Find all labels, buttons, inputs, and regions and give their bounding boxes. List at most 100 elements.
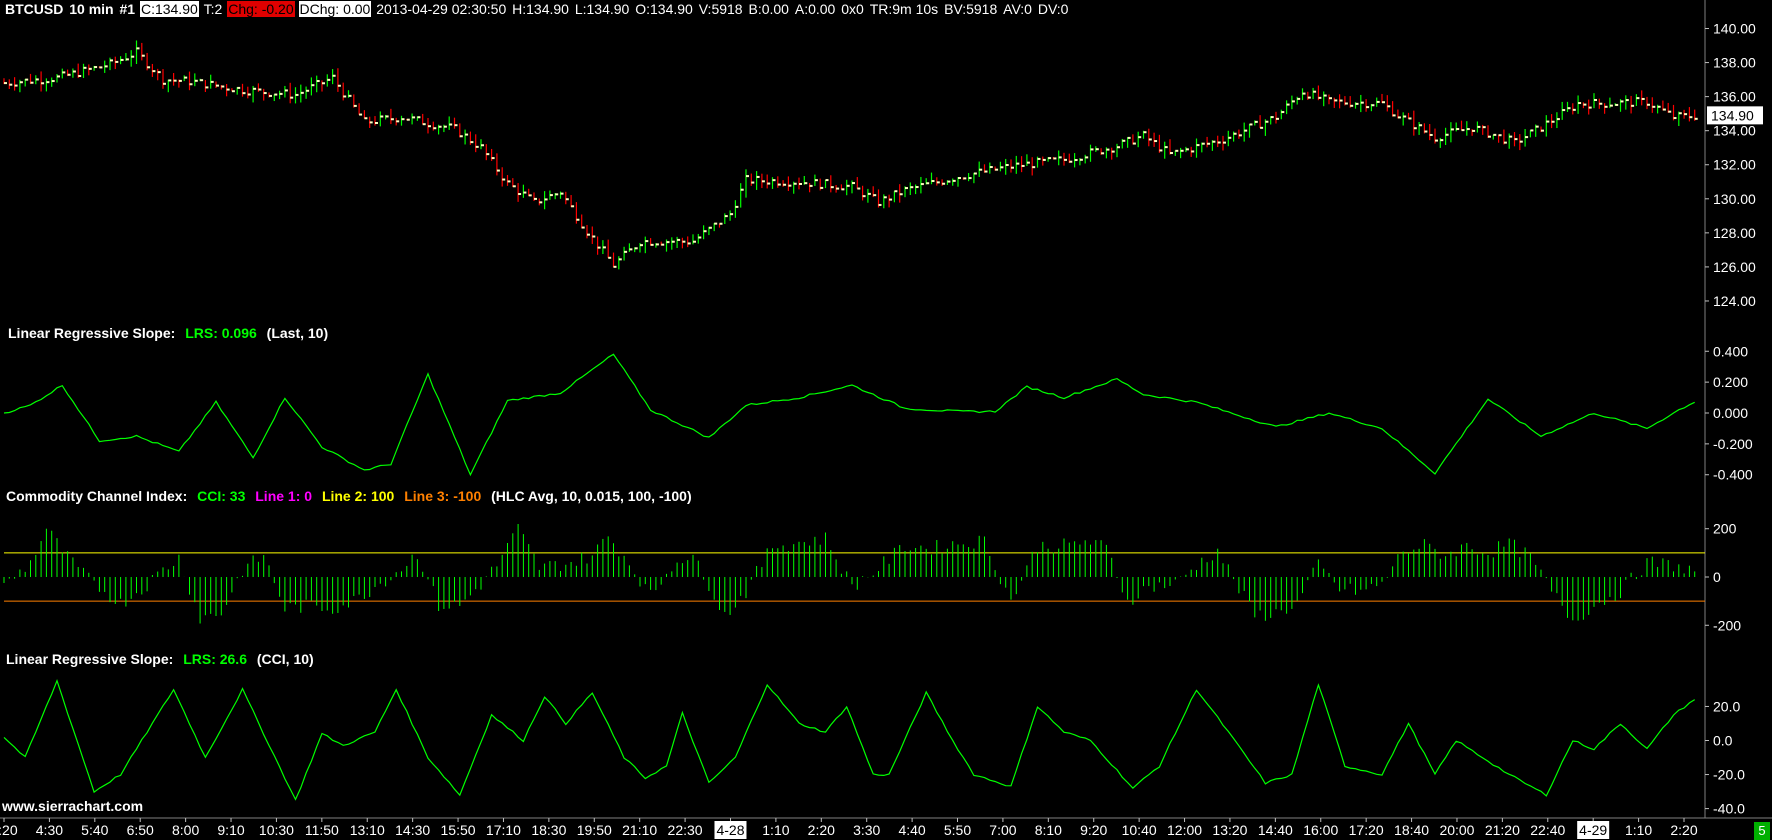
time-tick-label: 3:30 xyxy=(853,822,880,838)
time-tick-label: 12:00 xyxy=(1167,822,1202,838)
timer-value: TR:9m 10s xyxy=(869,1,939,17)
lrs-cci-series-line xyxy=(3,678,1696,801)
time-tick-label: 10:30 xyxy=(259,822,294,838)
cci-title: Commodity Channel Index: CCI: 33 Line 1:… xyxy=(6,488,698,504)
chart-canvas[interactable]: 140.00 138.00 136.00 134.00 132.00 130.00 128.… xyxy=(0,0,1772,840)
status-badge: 5 xyxy=(1754,822,1770,840)
chart-header: BTCUSD 10 min #1 C:134.90 T:2 Chg: -0.20… xyxy=(4,0,1069,19)
time-tick-label: 17:10 xyxy=(486,822,521,838)
lrs-last-tick-label: -0.400 xyxy=(1713,467,1753,483)
date-marker-label: 4-29 xyxy=(1579,822,1607,838)
time-tick-label: 22:30 xyxy=(668,822,703,838)
size-value: 0x0 xyxy=(841,1,864,17)
lrs-last-tick-label: 0.000 xyxy=(1713,405,1748,421)
time-tick-label: 4:30 xyxy=(36,822,63,838)
lrs-cci-value: LRS: 26.6 xyxy=(183,651,247,667)
time-tick-label: 5:40 xyxy=(81,822,108,838)
time-tick-label: 21:10 xyxy=(622,822,657,838)
time-tick-label: 2:20 xyxy=(1670,822,1697,838)
lrs-last-series-line xyxy=(3,353,1695,477)
time-tick-label: 8:10 xyxy=(1035,822,1062,838)
cci-line1-label: Line 1: 0 xyxy=(255,488,313,504)
watermark: www.sierrachart.com xyxy=(2,798,144,814)
cci-value: CCI: 33 xyxy=(197,488,246,504)
time-tick-label: 4:40 xyxy=(898,822,925,838)
lrs-cci-tick-label: 0.0 xyxy=(1713,733,1733,749)
lrs-cci-tick-label: 20.0 xyxy=(1713,698,1740,714)
price-tick-label: 126.00 xyxy=(1713,259,1756,275)
high-value: H:134.90 xyxy=(512,1,569,17)
lrs-last-title: Linear Regressive Slope: LRS: 0.096 (Las… xyxy=(8,325,334,341)
datetime-value: 2013-04-29 02:30:50 xyxy=(376,1,507,17)
cci-tick-label: 0 xyxy=(1713,569,1721,585)
daily-change-value: DChg: 0.00 xyxy=(298,1,372,17)
bid-value: B:0.00 xyxy=(748,1,789,17)
price-tick-label: 128.00 xyxy=(1713,225,1756,241)
bid-volume-value: BV:5918 xyxy=(944,1,998,17)
time-tick-label: 16:00 xyxy=(1303,822,1338,838)
lrs-last-value: LRS: 0.096 xyxy=(185,325,257,341)
price-tick-label: 136.00 xyxy=(1713,89,1756,105)
time-tick-label: 18:40 xyxy=(1394,822,1429,838)
price-tick-label: 124.00 xyxy=(1713,293,1756,309)
cci-tick-label: 200 xyxy=(1713,521,1737,537)
time-tick-label: 5:50 xyxy=(944,822,971,838)
cci-params: (HLC Avg, 10, 0.015, 100, -100) xyxy=(491,488,692,504)
time-tick-label: 1:10 xyxy=(762,822,789,838)
time-tick-label: 18:30 xyxy=(531,822,566,838)
time-tick-label: 9:20 xyxy=(1080,822,1107,838)
lrs-cci-title-text: Linear Regressive Slope: xyxy=(6,651,174,667)
time-tick-label: 20:00 xyxy=(1439,822,1474,838)
lrs-last-tick-label: 0.400 xyxy=(1713,343,1748,359)
time-tick-label: 14:30 xyxy=(395,822,430,838)
open-value: O:134.90 xyxy=(635,1,693,17)
lrs-cci-tick-label: -20.0 xyxy=(1713,767,1745,783)
change-value: Chg: -0.20 xyxy=(227,1,295,17)
time-tick-label: 17:20 xyxy=(1349,822,1384,838)
time-tick-label: 1:10 xyxy=(1625,822,1652,838)
last-price-label: 134.90 xyxy=(1711,107,1754,123)
time-tick-label: 8:00 xyxy=(172,822,199,838)
time-tick-label: 6:50 xyxy=(127,822,154,838)
time-tick-label: 14:40 xyxy=(1258,822,1293,838)
volume-value: V:5918 xyxy=(698,1,743,17)
lrs-last-tick-label: -0.200 xyxy=(1713,436,1753,452)
time-tick-label: 13:10 xyxy=(350,822,385,838)
time-tick-label: 13:20 xyxy=(1212,822,1247,838)
chart-number: #1 xyxy=(119,1,136,17)
trades-value: T:2 xyxy=(203,1,223,17)
time-tick-label: 7:00 xyxy=(989,822,1016,838)
cci-title-text: Commodity Channel Index: xyxy=(6,488,188,504)
price-tick-label: 130.00 xyxy=(1713,191,1756,207)
symbol: BTCUSD xyxy=(5,1,64,17)
cci-line3-label: Line 3: -100 xyxy=(404,488,482,504)
time-tick-label: 3:20 xyxy=(0,822,18,838)
price-tick-label: 140.00 xyxy=(1713,21,1756,37)
lrs-last-tick-label: 0.200 xyxy=(1713,374,1748,390)
time-tick-label: 19:50 xyxy=(577,822,612,838)
low-value: L:134.90 xyxy=(574,1,630,17)
cci-tick-label: -200 xyxy=(1713,617,1741,633)
price-tick-label: 132.00 xyxy=(1713,157,1756,173)
time-tick-label: 21:20 xyxy=(1485,822,1520,838)
time-tick-label: 11:50 xyxy=(305,822,339,838)
date-marker-label: 4-28 xyxy=(716,822,744,838)
interval: 10 min xyxy=(69,1,114,17)
lrs-cci-tick-label: -40.0 xyxy=(1713,801,1745,817)
time-tick-label: 22:40 xyxy=(1530,822,1565,838)
time-tick-label: 2:20 xyxy=(808,822,835,838)
ask-value: A:0.00 xyxy=(794,1,836,17)
ask-volume-value: AV:0 xyxy=(1003,1,1032,17)
price-tick-label: 138.00 xyxy=(1713,55,1756,71)
delta-volume-value: DV:0 xyxy=(1037,1,1069,17)
cci-line2-label: Line 2: 100 xyxy=(321,488,395,504)
close-value: C:134.90 xyxy=(139,1,199,17)
price-tick-label: 134.00 xyxy=(1713,123,1756,139)
lrs-last-params: (Last, 10) xyxy=(266,325,329,341)
lrs-last-title-text: Linear Regressive Slope: xyxy=(8,325,176,341)
time-tick-label: 10:40 xyxy=(1122,822,1157,838)
time-tick-label: 9:10 xyxy=(217,822,244,838)
time-tick-label: 15:50 xyxy=(441,822,476,838)
lrs-cci-title: Linear Regressive Slope: LRS: 26.6 (CCI,… xyxy=(6,651,320,667)
lrs-cci-params: (CCI, 10) xyxy=(256,651,314,667)
